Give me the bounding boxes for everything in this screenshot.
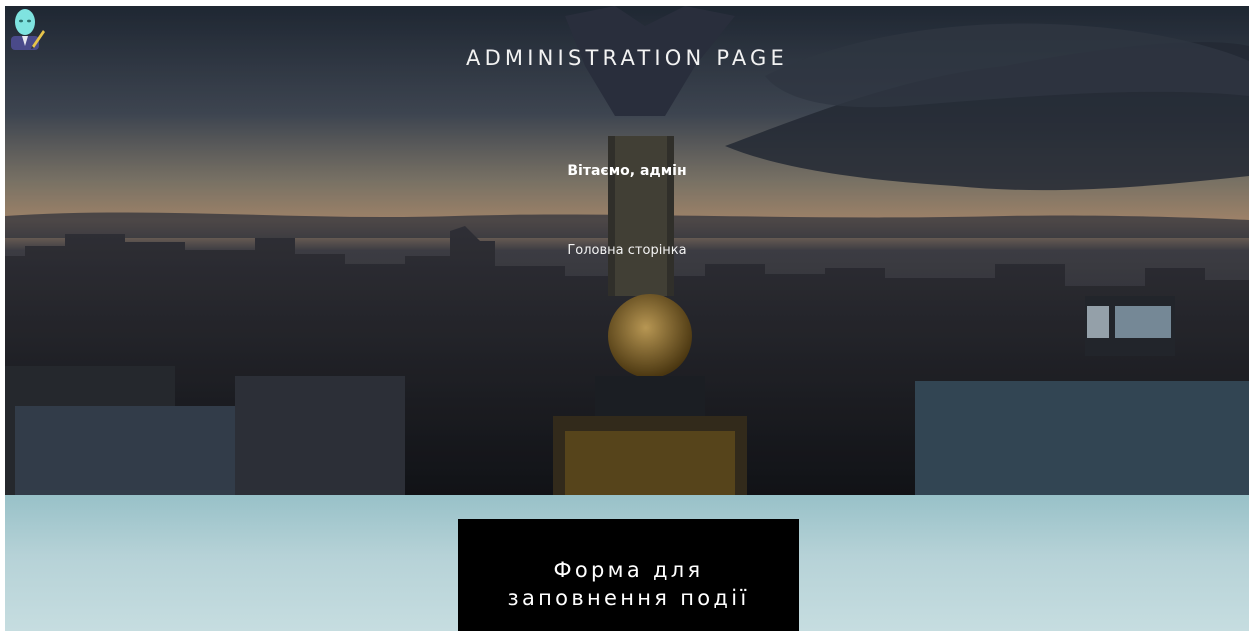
page-title: ADMINISTRATION PAGE — [466, 46, 788, 70]
welcome-message: Вітаємо, адмін — [567, 163, 687, 179]
hero-banner: ADMINISTRATION PAGE Вітаємо, адмін Голов… — [5, 6, 1249, 495]
home-link-container: Головна сторінка — [5, 239, 1249, 258]
page-frame: ADMINISTRATION PAGE Вітаємо, адмін Голов… — [5, 6, 1249, 631]
admin-avatar-icon — [11, 9, 45, 50]
event-form-button[interactable]: Форма для заповнення події — [458, 519, 799, 631]
event-form-button-label: Форма для заповнення події — [507, 558, 750, 610]
content-section: Форма для заповнення події — [5, 495, 1249, 631]
home-page-link[interactable]: Головна сторінка — [567, 243, 686, 258]
